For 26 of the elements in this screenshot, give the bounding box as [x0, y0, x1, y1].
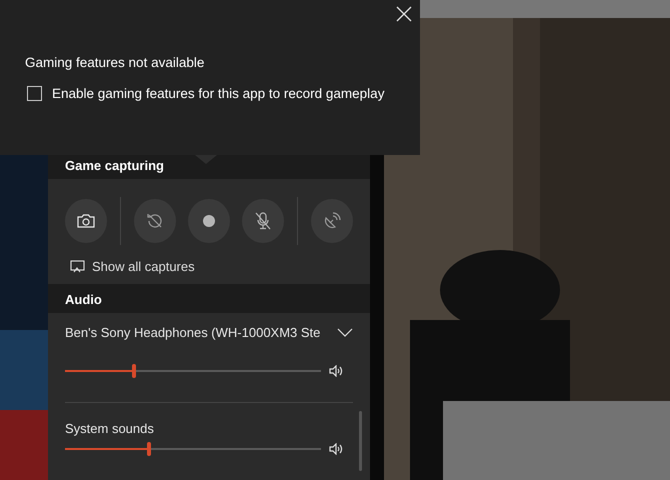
history-icon [146, 212, 164, 230]
checkbox[interactable] [27, 86, 42, 101]
scrollbar[interactable] [359, 411, 362, 471]
speaker-icon[interactable] [329, 365, 343, 377]
satellite-dish-icon [322, 212, 341, 230]
app-name: System sounds [65, 421, 154, 436]
chevron-down-icon[interactable] [337, 328, 353, 337]
record-button[interactable] [188, 199, 230, 243]
show-captures-link[interactable]: Show all captures [92, 259, 195, 274]
checkbox-label[interactable]: Enable gaming features for this app to record gameplay [52, 86, 384, 101]
broadcast-button[interactable] [310, 199, 353, 243]
mic-muted-icon [255, 212, 271, 230]
section-title: Game capturing [65, 158, 164, 173]
record-last-button[interactable] [134, 199, 176, 243]
section-title: Audio [65, 292, 102, 307]
mic-button[interactable] [242, 199, 284, 243]
speaker-icon[interactable] [329, 443, 343, 455]
device-name[interactable]: Ben's Sony Headphones (WH-1000XM3 Ste [65, 325, 320, 340]
slider-thumb[interactable] [147, 442, 152, 456]
close-button[interactable] [396, 6, 412, 22]
gallery-icon [70, 260, 85, 273]
slider-thumb[interactable] [132, 364, 136, 378]
camera-icon [77, 214, 95, 228]
notice-title: Gaming features not available [25, 55, 204, 70]
screenshot-button[interactable] [65, 199, 108, 243]
record-icon [202, 215, 215, 227]
